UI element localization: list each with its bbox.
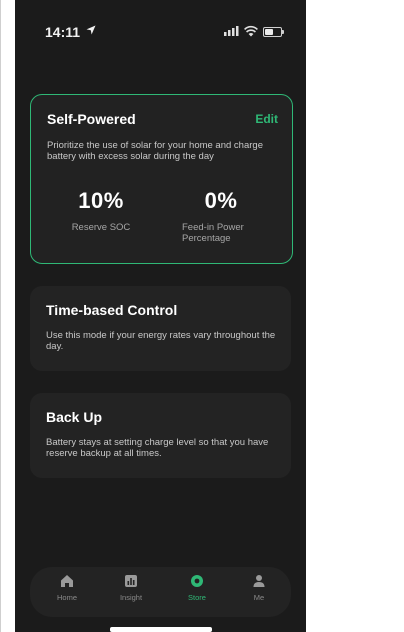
cellular-signal-icon	[224, 26, 239, 36]
battery-icon	[263, 27, 284, 37]
mode-title: Back Up	[46, 409, 103, 425]
location-arrow-icon	[86, 25, 96, 35]
reserve-soc-stat: 10% Reserve SOC	[41, 188, 161, 233]
feed-in-power-label: Feed-in Power Percentage	[182, 222, 244, 244]
reserve-soc-label: Reserve SOC	[71, 222, 131, 233]
user-icon	[253, 575, 265, 587]
mode-title: Self-Powered	[47, 111, 136, 127]
feed-in-power-value: 0%	[204, 188, 238, 213]
tab-label: Me	[253, 593, 265, 602]
tab-label: Home	[56, 593, 77, 602]
status-time: 14:11	[45, 24, 81, 40]
mode-title: Time-based Control	[46, 302, 178, 318]
store-icon	[191, 575, 203, 587]
tab-label: Store	[188, 593, 206, 602]
mode-description: Prioritize the use of solar for your hom…	[47, 140, 263, 162]
home-indicator[interactable]	[110, 627, 212, 632]
reserve-soc-value: 10%	[78, 188, 124, 213]
mode-description: Battery stays at setting charge level so…	[46, 437, 269, 459]
home-icon	[61, 575, 73, 587]
tab-home[interactable]: Home	[42, 574, 92, 602]
feed-in-power-stat: 0% Feed-in Power Percentage	[161, 188, 281, 244]
bottom-tab-bar: Home Insight Store Me	[30, 567, 291, 617]
mode-description: Use this mode if your energy rates vary …	[46, 330, 276, 352]
edit-button[interactable]: Edit	[255, 112, 278, 126]
tab-insight[interactable]: Insight	[106, 574, 156, 602]
mode-card-back-up[interactable]: Back Up Battery stays at setting charge …	[30, 393, 291, 478]
tab-label: Insight	[119, 593, 143, 602]
phone-screen: 14:11 Self-Powered Edit Prioritize the u…	[15, 0, 306, 632]
chart-icon	[125, 575, 137, 587]
status-bar: 14:11	[15, 0, 306, 62]
mode-card-self-powered[interactable]: Self-Powered Edit Prioritize the use of …	[30, 94, 293, 264]
mode-card-time-based-control[interactable]: Time-based Control Use this mode if your…	[30, 286, 291, 371]
tab-me[interactable]: Me	[234, 574, 284, 602]
wifi-icon	[244, 25, 258, 37]
frame-border-left	[0, 0, 1, 632]
tab-store[interactable]: Store	[172, 574, 222, 602]
